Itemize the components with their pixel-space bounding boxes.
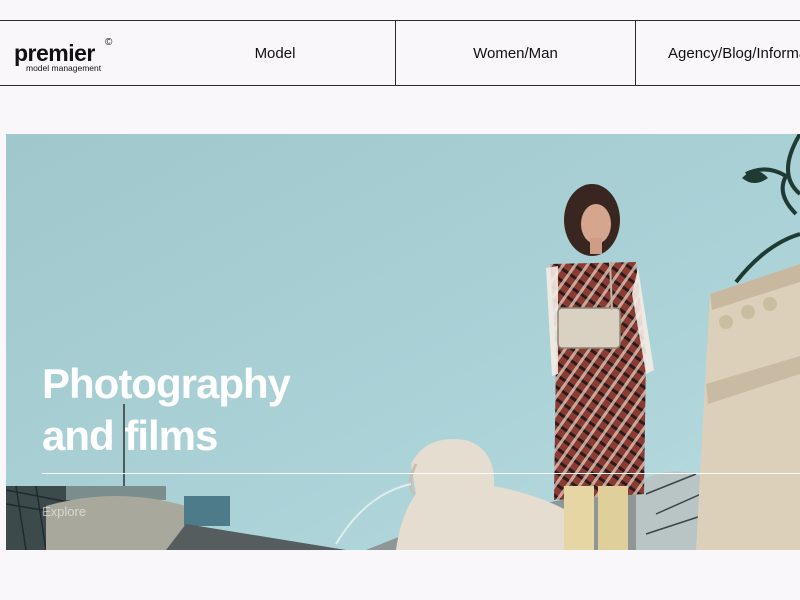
brand-logo[interactable]: premier © model management — [14, 37, 124, 77]
hero-photo — [6, 134, 800, 550]
top-navigation-bar: premier © model management Model Women/M… — [0, 20, 800, 86]
nav-item-agency-blog-informations[interactable]: Agency/Blog/Informations — [635, 21, 800, 85]
hero-title-line2: and films — [42, 412, 218, 459]
hero-divider — [42, 473, 800, 474]
hero-banner: Photography and films Explore — [6, 134, 800, 550]
copyright-mark: © — [105, 37, 113, 48]
brand-name: premier — [14, 40, 95, 66]
hero-title: Photography and films — [42, 358, 291, 462]
nav-item-model[interactable]: Model — [155, 21, 395, 85]
explore-link[interactable]: Explore — [42, 504, 86, 519]
brand-tagline: model management — [26, 63, 102, 73]
hero-title-line1: Photography — [42, 360, 291, 407]
nav-item-women-man[interactable]: Women/Man — [395, 21, 635, 85]
